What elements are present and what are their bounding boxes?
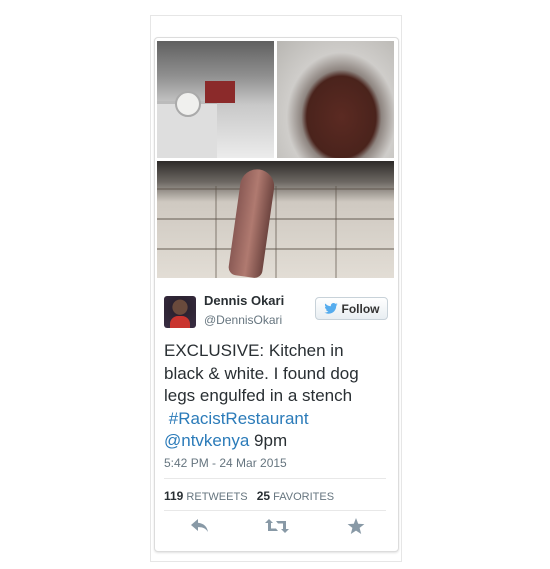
avatar[interactable]: [164, 296, 196, 328]
reply-icon[interactable]: [190, 518, 210, 539]
divider: [164, 478, 386, 479]
tweet-timestamp[interactable]: 5:42 PM - 24 Mar 2015: [164, 456, 287, 470]
follow-label: Follow: [341, 301, 380, 316]
follow-button[interactable]: Follow: [315, 297, 388, 320]
brick-wall-shape: [157, 186, 394, 278]
pot-photo[interactable]: [277, 41, 394, 158]
tweet-stats: 119 RETWEETS 25 FAVORITES: [164, 489, 334, 503]
avatar-shirt: [170, 316, 190, 328]
tweet-text-tail: 9pm: [249, 431, 288, 450]
tweet-text-line: legs engulfed in a stench: [164, 386, 353, 405]
retweets-label[interactable]: RETWEETS: [186, 491, 247, 503]
star-icon[interactable]: [347, 518, 365, 540]
bowl-shape: [175, 91, 201, 117]
kitchen-photo[interactable]: [157, 41, 274, 158]
retweets-count[interactable]: 119: [164, 489, 183, 503]
retweet-icon[interactable]: [265, 518, 289, 539]
favorites-count[interactable]: 25: [257, 489, 270, 503]
divider: [164, 510, 386, 511]
mention-link[interactable]: @ntvkenya: [164, 431, 249, 450]
red-container-shape: [205, 81, 235, 103]
hashtag-link[interactable]: #RacistRestaurant: [169, 409, 309, 428]
favorites-label[interactable]: FAVORITES: [273, 491, 334, 503]
hanging-meat-photo[interactable]: [157, 161, 394, 278]
author-name[interactable]: Dennis Okari: [204, 293, 284, 308]
author-handle[interactable]: @DennisOkari: [204, 313, 282, 327]
twitter-bird-icon: [323, 303, 338, 314]
tweet-text: EXCLUSIVE: Kitchen in black & white. I f…: [164, 340, 389, 453]
tweet-text-line: black & white. I found dog: [164, 363, 359, 383]
tweet-text-line: EXCLUSIVE: Kitchen in: [164, 341, 344, 360]
